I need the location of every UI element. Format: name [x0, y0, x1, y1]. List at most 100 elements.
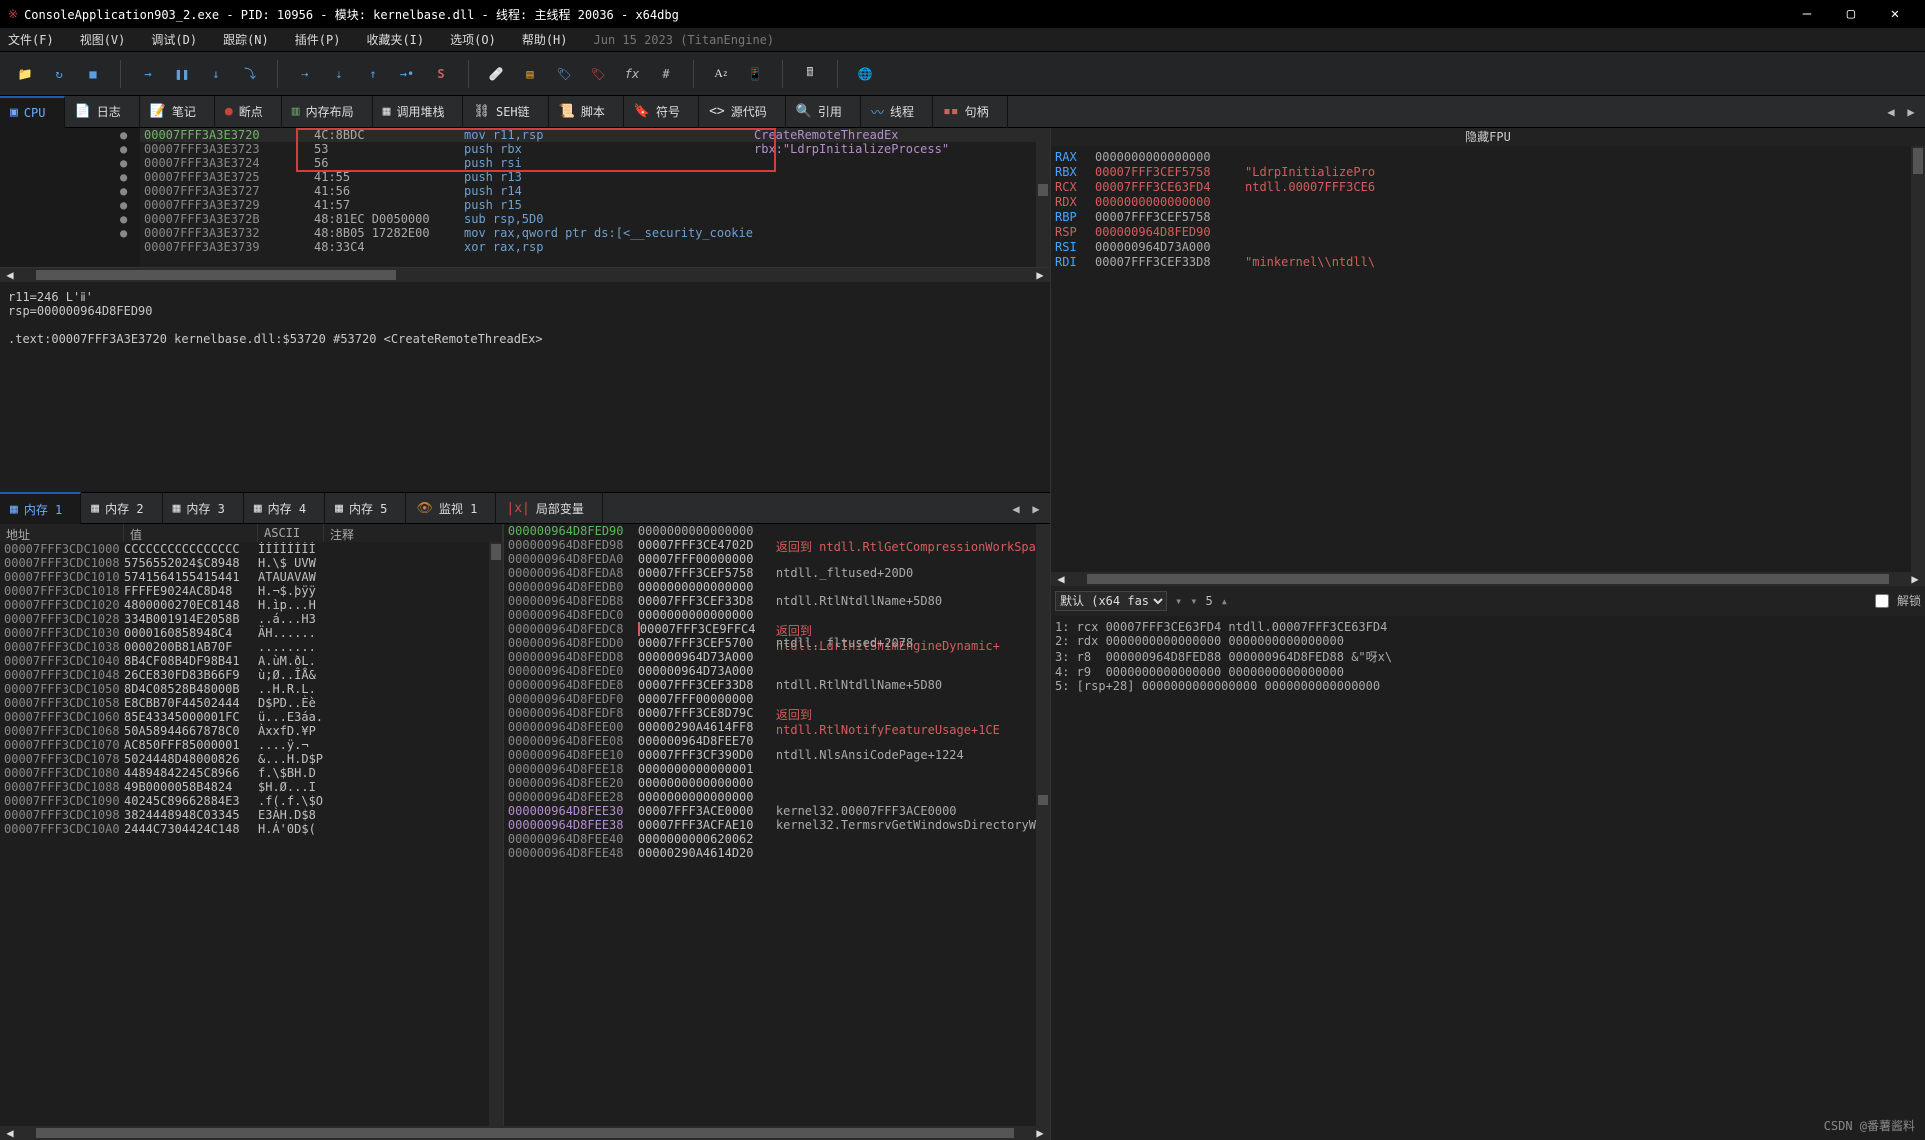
disasm-row[interactable]: 00007FFF3A3E372456push rsi [140, 156, 1036, 170]
tab-script[interactable]: 📜脚本 [549, 96, 624, 128]
tab-cpu[interactable]: ▣CPU [0, 96, 65, 128]
tab-scroll-left[interactable]: ◀ [1881, 96, 1901, 128]
disasm-list[interactable]: 00007FFF3A3E37204C:8BDCmov r11,rspCreate… [140, 128, 1036, 267]
menu-options[interactable]: 选项(O) [450, 31, 496, 48]
dump-vscroll[interactable] [489, 542, 503, 1126]
register-row[interactable]: RSP000000964D8FED90 [1055, 225, 1907, 240]
stack-row[interactable]: 000000964D8FED9800007FFF3CE4702D返回到 ntdl… [504, 538, 1036, 552]
register-row[interactable]: RDX0000000000000000 [1055, 195, 1907, 210]
tab-callstack[interactable]: ▦调用堆栈 [373, 96, 464, 128]
minimize-button[interactable]: — [1785, 0, 1829, 28]
dump-row[interactable]: 00007FFF3CDC1000CCCCCCCCCCCCCCCCÌÌÌÌÌÌÌÌ [0, 542, 489, 556]
stack-vscroll[interactable] [1036, 524, 1050, 1126]
run-icon[interactable]: → [133, 59, 163, 89]
dump-row[interactable]: 00007FFF3CDC1018FFFFE9024AC8D48H.¬$.þÿÿ [0, 584, 489, 598]
calc-icon[interactable]: 📱 [740, 59, 770, 89]
dump-row[interactable]: 00007FFF3CDC10204800000270EC8148H.ìp...H [0, 598, 489, 612]
stack-row[interactable]: 000000964D8FEE3000007FFF3ACE0000kernel32… [504, 804, 1036, 818]
tab-mem1[interactable]: ▦内存 1 [0, 492, 81, 524]
bookmarks-icon[interactable]: 🏷 [583, 59, 613, 89]
tab-symbols[interactable]: 🔖符号 [624, 96, 699, 128]
tab-handles[interactable]: ▪▪句柄 [933, 96, 1008, 128]
dump-row[interactable]: 00007FFF3CDC106850A58944667878C0ÀxxfD.¥P [0, 724, 489, 738]
stack-row[interactable]: 000000964D8FEDE800007FFF3CEF33D8ntdll.Rt… [504, 678, 1036, 692]
dump-row[interactable]: 00007FFF3CDC10785024448D48000826&...H.D$… [0, 752, 489, 766]
args-list[interactable]: 1: rcx 00007FFF3CE63FD4 ntdll.00007FFF3C… [1051, 616, 1925, 697]
register-row[interactable]: RDI00007FFF3CEF33D8"minkernel\\ntdll\ [1055, 255, 1907, 270]
tab-source[interactable]: <>源代码 [699, 96, 786, 128]
fx-icon[interactable]: fx [617, 59, 647, 89]
stack-rows[interactable]: 000000964D8FED90000000000000000000000096… [504, 524, 1036, 1126]
stack-row[interactable]: 000000964D8FEDA800007FFF3CEF5758ntdll._f… [504, 566, 1036, 580]
stack-row[interactable]: 000000964D8FEDB800007FFF3CEF33D8ntdll.Rt… [504, 594, 1036, 608]
tab-memmap[interactable]: ▥内存布局 [282, 96, 373, 128]
scylla-icon[interactable]: S [426, 59, 456, 89]
disasm-row[interactable]: 00007FFF3A3E373948:33C4xor rax,rsp [140, 240, 1036, 254]
register-row[interactable]: RAX0000000000000000 [1055, 150, 1907, 165]
dump-row[interactable]: 00007FFF3CDC10A02444C7304424C148H.Á'0D$( [0, 822, 489, 836]
calling-convention-select[interactable]: 默认 (x64 fas [1055, 591, 1167, 611]
stack-row[interactable]: 000000964D8FEE3800007FFF3ACFAE10kernel32… [504, 818, 1036, 832]
register-row[interactable]: RSI000000964D73A000 [1055, 240, 1907, 255]
stack-row[interactable]: 000000964D8FEDD000007FFF3CEF5700ntdll._f… [504, 636, 1036, 650]
disasm-row[interactable]: 00007FFF3A3E372941:57push r15 [140, 198, 1036, 212]
tab-watch1[interactable]: 👁监视 1 [406, 492, 496, 524]
register-row[interactable]: RBP00007FFF3CEF5758 [1055, 210, 1907, 225]
menu-plugin[interactable]: 插件(P) [295, 31, 341, 48]
chevron-down-icon[interactable]: ▾ [1190, 594, 1197, 608]
stack-row[interactable]: 000000964D8FEDF800007FFF3CE8D79C返回到 ntdl… [504, 706, 1036, 720]
open-icon[interactable]: 📁 [10, 59, 40, 89]
disasm-vscroll[interactable] [1036, 128, 1050, 267]
tab-mem4[interactable]: ▦内存 4 [244, 492, 325, 524]
stack-row[interactable]: 000000964D8FED900000000000000000 [504, 524, 1036, 538]
disasm-row[interactable]: 00007FFF3A3E372541:55push r13 [140, 170, 1036, 184]
pause-icon[interactable]: ❚❚ [167, 59, 197, 89]
restart-icon[interactable]: ↻ [44, 59, 74, 89]
dump-row[interactable]: 00007FFF3CDC10983824448948C03345E3ÀH.D$8 [0, 808, 489, 822]
stop-icon[interactable]: ■ [78, 59, 108, 89]
menu-trace[interactable]: 跟踪(N) [223, 31, 269, 48]
settings-icon[interactable]: 🖩 [795, 59, 825, 89]
menu-debug[interactable]: 调试(D) [151, 31, 197, 48]
dump-tab-left[interactable]: ◀ [1006, 493, 1026, 525]
menu-favorites[interactable]: 收藏夹(I) [366, 31, 424, 48]
chevron-down-icon[interactable]: ▾ [1175, 594, 1182, 608]
stack-row[interactable]: 000000964D8FEDA000007FFF00000000 [504, 552, 1036, 566]
disasm-row[interactable]: 00007FFF3A3E37204C:8BDCmov r11,rspCreate… [140, 128, 1036, 142]
run-to-user-icon[interactable]: ↑ [358, 59, 388, 89]
dump-row[interactable]: 00007FFF3CDC1058E8CBB70F44502444D$PD..Èè [0, 696, 489, 710]
disasm-row[interactable]: 00007FFF3A3E372353push rbxrbx:"LdrpIniti… [140, 142, 1036, 156]
dump-row[interactable]: 00007FFF3CDC104826CE830FD83B66F9ù;Ø..ÎÅ& [0, 668, 489, 682]
dump-tab-right[interactable]: ▶ [1026, 493, 1046, 525]
run-to-sel-icon[interactable]: →• [392, 59, 422, 89]
register-row[interactable]: RCX00007FFF3CE63FD4ntdll.00007FFF3CE6 [1055, 180, 1907, 195]
tab-locals[interactable]: |x|局部变量 [496, 492, 603, 524]
tab-references[interactable]: 🔍引用 [786, 96, 861, 128]
stack-row[interactable]: 000000964D8FEDC800007FFF3CE9FFC4返回到 ntdl… [504, 622, 1036, 636]
tab-scroll-right[interactable]: ▶ [1901, 96, 1921, 128]
tab-breakpoints[interactable]: ●断点 [215, 96, 282, 128]
step-over-icon[interactable]: ⤵ [235, 59, 265, 89]
dump-row[interactable]: 00007FFF3CDC108044894842245C8966f.\$BH.D [0, 766, 489, 780]
stack-row[interactable]: 000000964D8FEDF000007FFF00000000 [504, 692, 1036, 706]
dump-rows[interactable]: 00007FFF3CDC1000CCCCCCCCCCCCCCCCÌÌÌÌÌÌÌÌ… [0, 542, 489, 1126]
register-row[interactable]: RBX00007FFF3CEF5758"LdrpInitializePro [1055, 165, 1907, 180]
about-icon[interactable]: 🌐 [850, 59, 880, 89]
stack-row[interactable]: 000000964D8FEE0000000290A4614FF8 [504, 720, 1036, 734]
stack-row[interactable]: 000000964D8FEE180000000000000001 [504, 762, 1036, 776]
dump-row[interactable]: 00007FFF3CDC10085756552024$C8948H.\$ UVW [0, 556, 489, 570]
comments-icon[interactable]: ▤ [515, 59, 545, 89]
dump-row[interactable]: 00007FFF3CDC10408B4CF08B4DF98B41A.ùM.ðL. [0, 654, 489, 668]
stack-row[interactable]: 000000964D8FEE280000000000000000 [504, 790, 1036, 804]
tab-log[interactable]: 📄日志 [65, 96, 140, 128]
stack-row[interactable]: 000000964D8FEE1000007FFF3CF390D0ntdll.Nl… [504, 748, 1036, 762]
stack-row[interactable]: 000000964D8FEE08000000964D8FEE70 [504, 734, 1036, 748]
menu-help[interactable]: 帮助(H) [522, 31, 568, 48]
tab-mem3[interactable]: ▦内存 3 [163, 492, 244, 524]
disasm-row[interactable]: 00007FFF3A3E372B48:81EC D0050000sub rsp,… [140, 212, 1036, 226]
stack-row[interactable]: 000000964D8FEDE0000000964D73A000 [504, 664, 1036, 678]
dump-row[interactable]: 00007FFF3CDC106085E43345000001FCü...E3áa… [0, 710, 489, 724]
tab-mem2[interactable]: ▦内存 2 [81, 492, 162, 524]
patch-icon[interactable]: 🩹 [481, 59, 511, 89]
dump-row[interactable]: 00007FFF3CDC1028334B001914E2058B..á...H3 [0, 612, 489, 626]
